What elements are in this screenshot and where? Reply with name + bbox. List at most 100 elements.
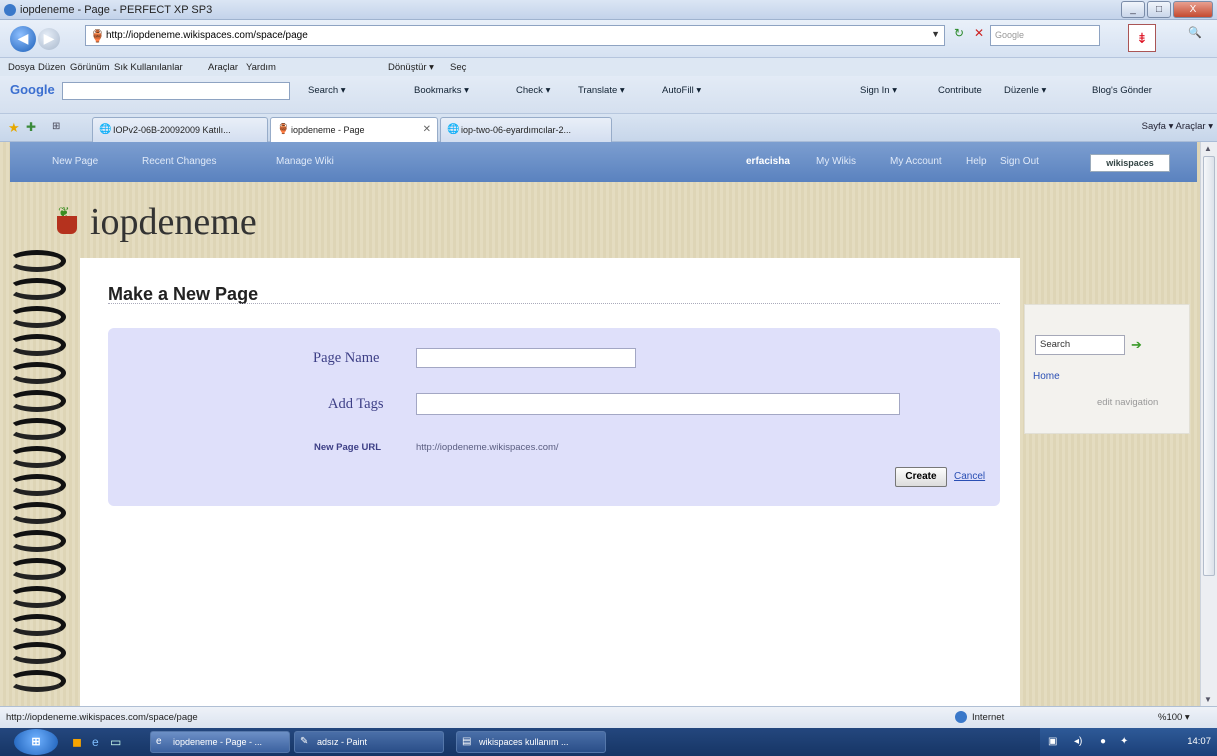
tab-iop-two[interactable]: 🌐 iop-two-06-eyardımcılar-2...: [440, 117, 612, 142]
sidebar-home-link[interactable]: Home: [1033, 371, 1060, 382]
wiki-help-link[interactable]: Help: [966, 156, 987, 167]
new-page-url-label: New Page URL: [314, 442, 382, 453]
page-panel: Make a New Page Page Name Add Tags New P…: [80, 258, 1020, 706]
page-name-input[interactable]: [416, 348, 636, 368]
gt-blog-send[interactable]: Blog's Gönder: [1092, 85, 1152, 96]
tab-close-icon[interactable]: ✕: [423, 124, 431, 135]
stop-button[interactable]: ✕: [970, 26, 988, 44]
wikispaces-tab-icon: 🏺: [277, 124, 290, 135]
quick-tabs-icon[interactable]: ⊞: [52, 121, 60, 132]
task-paint[interactable]: ✎ adsız - Paint: [294, 731, 444, 753]
wiki-new-page-link[interactable]: New Page: [52, 156, 98, 167]
gt-edit[interactable]: Düzenle ▾: [1004, 85, 1046, 96]
address-input[interactable]: 🏺 http://iopdeneme.wikispaces.com/space/…: [85, 25, 945, 46]
wiki-manage-wiki-link[interactable]: Manage Wiki: [276, 156, 334, 167]
status-url: http://iopdeneme.wikispaces.com/space/pa…: [6, 712, 198, 723]
address-url-text: http://iopdeneme.wikispaces.com/space/pa…: [106, 30, 308, 41]
create-button[interactable]: Create: [895, 467, 947, 487]
paint-task-icon: ✎: [300, 736, 309, 747]
menu-edit[interactable]: Düzen: [38, 62, 65, 73]
ie-page-icon: 🌐: [99, 124, 112, 135]
menu-convert[interactable]: Dönüştür ▾: [388, 62, 434, 73]
page-title: Make a New Page: [108, 284, 259, 304]
browser-search-input[interactable]: Google: [990, 25, 1100, 46]
favorites-star-icon[interactable]: ★: [8, 120, 20, 136]
refresh-button[interactable]: ↻: [950, 26, 968, 44]
forward-button[interactable]: ▶: [38, 28, 60, 50]
address-toolbar: ◀ ▶ 🏺 http://iopdeneme.wikispaces.com/sp…: [0, 20, 1217, 58]
minimize-button[interactable]: _: [1121, 1, 1145, 18]
document-task-icon: ▤: [462, 736, 472, 747]
google-search-input[interactable]: [62, 82, 290, 100]
menu-select[interactable]: Seç: [450, 62, 466, 73]
gt-search[interactable]: Search ▾: [308, 85, 346, 96]
task-label: adsız - Paint: [317, 737, 368, 747]
browser-search-placeholder: Google: [995, 30, 1025, 40]
status-zone[interactable]: Internet: [972, 712, 1004, 723]
search-go-icon[interactable]: 🔍: [1180, 26, 1210, 46]
maximize-button[interactable]: □: [1147, 1, 1171, 18]
site-title[interactable]: iopdeneme: [90, 200, 257, 244]
scroll-down-icon[interactable]: ▼: [1204, 695, 1212, 704]
page-name-label: Page Name: [313, 350, 380, 366]
quicklaunch-icon[interactable]: ◼: [72, 735, 82, 749]
ie-app-icon: [4, 4, 16, 16]
back-button[interactable]: ◀: [10, 26, 36, 52]
tray-network-icon[interactable]: ▣: [1048, 736, 1057, 747]
start-button[interactable]: ⊞: [14, 729, 58, 755]
system-tray: ▣ ◂) ● ✦ 14:07: [1040, 728, 1217, 756]
sidebar-search-input[interactable]: Search: [1035, 335, 1125, 355]
gt-bookmarks[interactable]: Bookmarks ▾: [414, 85, 469, 96]
menu-bar: Dosya Düzen Görünüm Sık Kullanılanlar Ar…: [0, 58, 1217, 76]
wiki-username[interactable]: erfacisha: [746, 156, 790, 167]
menu-view[interactable]: Görünüm: [70, 62, 110, 73]
wiki-my-account-link[interactable]: My Account: [890, 156, 942, 167]
google-logo: Google: [10, 82, 55, 97]
menu-help[interactable]: Yardım: [246, 62, 276, 73]
gt-translate[interactable]: Translate ▾: [578, 85, 625, 96]
menu-favorites[interactable]: Sık Kullanılanlar: [114, 62, 183, 73]
sidebar-search-go-icon[interactable]: ➔: [1131, 337, 1142, 353]
wiki-sidebar: Search ➔ Home edit navigation: [1024, 304, 1190, 434]
gt-sign-in[interactable]: Sign In ▾: [860, 85, 897, 96]
tab-iopdeneme[interactable]: 🏺 iopdeneme - Page ✕: [270, 117, 438, 142]
notebook-spiral: [0, 250, 80, 706]
tray-clock[interactable]: 14:07: [1187, 736, 1211, 747]
gt-contribute[interactable]: Contribute: [938, 85, 982, 96]
address-dropdown-icon[interactable]: ▼: [931, 29, 940, 39]
edit-navigation-link[interactable]: edit navigation: [1097, 397, 1158, 408]
menu-tools[interactable]: Araçlar: [208, 62, 238, 73]
tray-app-icon[interactable]: ✦: [1120, 736, 1128, 747]
heading-divider: [108, 303, 1000, 304]
internet-zone-icon: [955, 711, 967, 723]
google-toolbar: Google Search ▾ Bookmarks ▾ Check ▾ Tran…: [0, 76, 1217, 114]
add-favorite-icon[interactable]: ✚: [26, 120, 36, 134]
wiki-sign-out-link[interactable]: Sign Out: [1000, 156, 1039, 167]
window-titlebar[interactable]: iopdeneme - Page - PERFECT XP SP3 _ □ X: [0, 0, 1217, 20]
vertical-scrollbar[interactable]: ▲ ▼: [1200, 142, 1217, 706]
tray-volume-icon[interactable]: ◂): [1074, 736, 1082, 747]
addon-download-icon[interactable]: ⇟: [1128, 24, 1156, 52]
windows-taskbar: ⊞ ◼ e ▭ e iopdeneme - Page - ... ✎ adsız…: [0, 728, 1217, 756]
ie-task-icon: e: [156, 736, 162, 747]
scroll-thumb[interactable]: [1203, 156, 1215, 576]
quicklaunch-desktop-icon[interactable]: ▭: [110, 735, 121, 749]
status-bar: http://iopdeneme.wikispaces.com/space/pa…: [0, 706, 1217, 728]
task-iopdeneme[interactable]: e iopdeneme - Page - ...: [150, 731, 290, 753]
gt-check[interactable]: Check ▾: [516, 85, 550, 96]
quicklaunch-ie-icon[interactable]: e: [92, 735, 99, 749]
tab-iopv2[interactable]: 🌐 IOPv2-06B-20092009 Katılı...: [92, 117, 268, 142]
menu-file[interactable]: Dosya: [8, 62, 35, 73]
wikispaces-brand-button[interactable]: wikispaces: [1090, 154, 1170, 172]
command-bar[interactable]: Sayfa ▾ Araçlar ▾: [1142, 121, 1213, 132]
status-zoom[interactable]: %100 ▾: [1158, 712, 1190, 723]
wiki-my-wikis-link[interactable]: My Wikis: [816, 156, 856, 167]
gt-autofill[interactable]: AutoFill ▾: [662, 85, 701, 96]
wiki-recent-changes-link[interactable]: Recent Changes: [142, 156, 217, 167]
cancel-link[interactable]: Cancel: [954, 471, 985, 482]
task-wikispaces[interactable]: ▤ wikispaces kullanım ...: [456, 731, 606, 753]
tray-app-icon[interactable]: ●: [1100, 736, 1106, 747]
scroll-up-icon[interactable]: ▲: [1204, 144, 1212, 153]
close-button[interactable]: X: [1173, 1, 1213, 18]
add-tags-input[interactable]: [416, 393, 900, 415]
